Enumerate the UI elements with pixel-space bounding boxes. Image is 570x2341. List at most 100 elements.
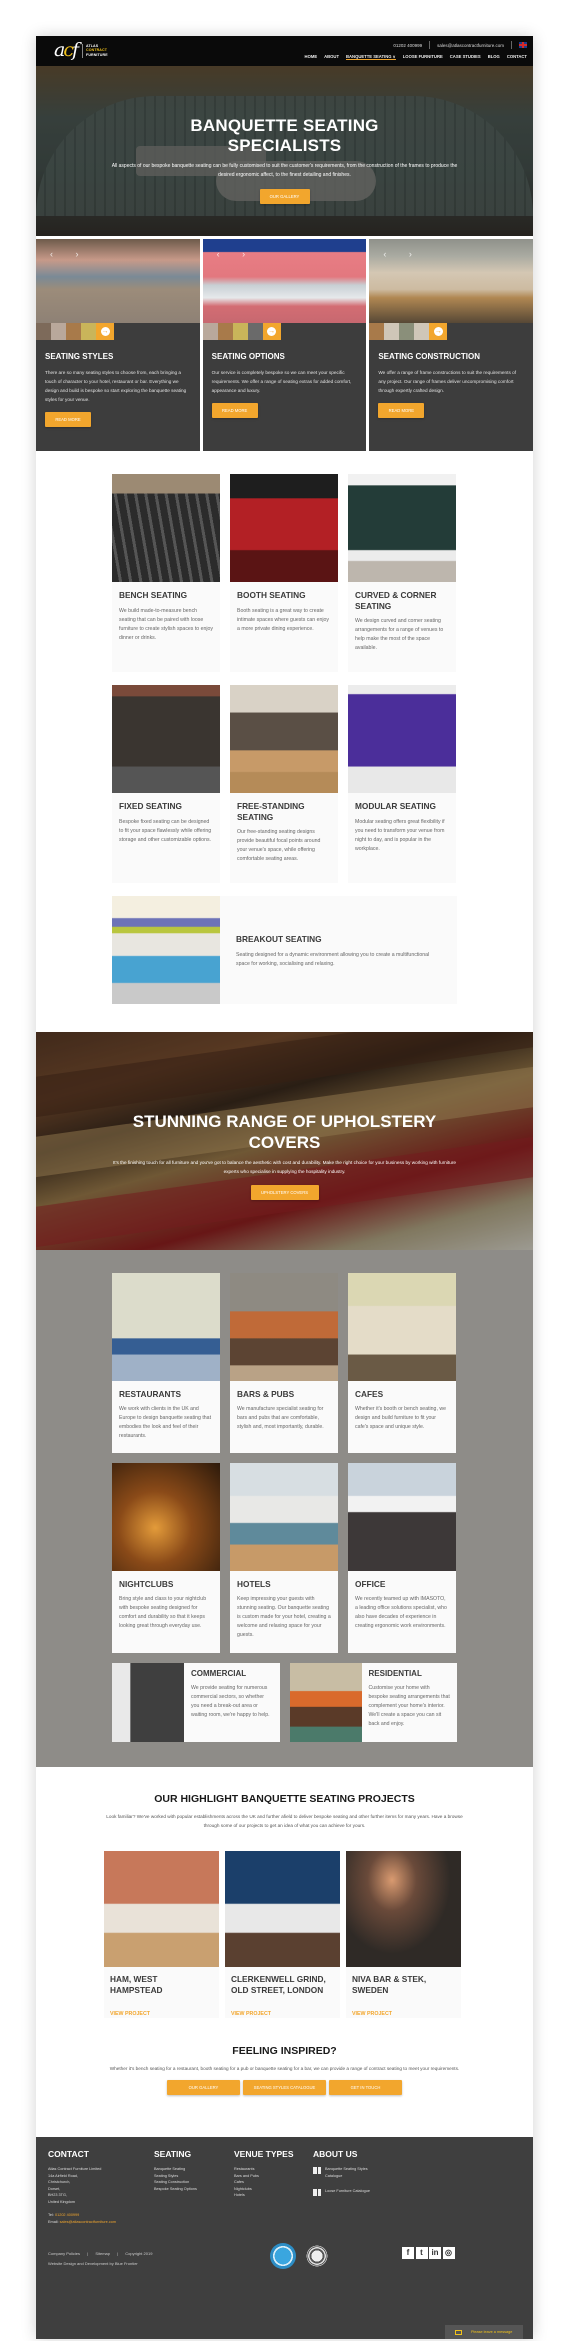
read-more-button[interactable]: READ MORE (45, 412, 91, 427)
footer-venue-types: VENUE TYPES Restaurants Bars and Pubs Ca… (234, 2149, 294, 2199)
venue-card-nightclubs[interactable]: NIGHTCLUBS Bring style and class to your… (112, 1463, 220, 1653)
view-project-link[interactable]: VIEW PROJECT (231, 2011, 271, 2017)
view-project-link[interactable]: VIEW PROJECT (352, 2011, 392, 2017)
card-image (348, 685, 456, 793)
thumbnail[interactable] (414, 323, 430, 340)
footer-phone[interactable]: 01202 400999 (55, 2213, 79, 2217)
footer-link[interactable]: Bars and Pubs (234, 2173, 294, 2180)
footer-link[interactable]: Banquette Seating (154, 2166, 197, 2173)
seating-styles-catalogue-button[interactable]: SEATING STYLES CATALOGUE (243, 2080, 326, 2095)
header-phone[interactable]: 01202 400999 (393, 43, 422, 48)
seating-card-fixed[interactable]: FIXED SEATING Bespoke fixed seating can … (112, 685, 220, 883)
thumbnail[interactable] (217, 323, 233, 340)
view-project-link[interactable]: VIEW PROJECT (110, 2011, 150, 2017)
venue-card-office[interactable]: OFFICE We recently teamed up with IMASOT… (348, 1463, 456, 1653)
page: acf ATLAS CONTRACT FURNITURE 01202 40099… (36, 36, 534, 2339)
venue-card-commercial[interactable]: COMMERCIAL We provide seating for numero… (112, 1663, 280, 1742)
logo[interactable]: acf ATLAS CONTRACT FURNITURE (54, 41, 108, 60)
venue-card-hotels[interactable]: HOTELS Keep impressing your guests with … (230, 1463, 338, 1653)
slider-thumbnails: → (369, 323, 533, 340)
thumbnail[interactable] (369, 323, 385, 340)
footer-link[interactable]: Nightclubs (234, 2186, 294, 2193)
divider (511, 41, 512, 49)
company-policies-link[interactable]: Company Policies (48, 2251, 80, 2256)
thumbnail[interactable] (247, 323, 263, 340)
slider-arrows[interactable]: ‹ › (383, 249, 422, 259)
credit-link[interactable]: Website Design and Development by Blue F… (48, 2259, 152, 2269)
footer-link[interactable]: Seating Construction (154, 2179, 197, 2186)
card-text: We design curved and corner seating arra… (355, 618, 444, 651)
card-title: CAFES (355, 1389, 384, 1399)
next-arrow-button[interactable]: → (429, 323, 448, 340)
read-more-button[interactable]: READ MORE (378, 403, 425, 418)
seating-card-booth[interactable]: BOOTH SEATING Booth seating is a great w… (230, 474, 338, 672)
card-image (230, 1273, 338, 1381)
project-card-niva[interactable]: NIVA BAR & STEK, SWEDEN VIEW PROJECT (346, 1851, 461, 2018)
thumbnail[interactable] (399, 323, 415, 340)
nav-case-studies[interactable]: CASE STUDIES (450, 54, 481, 60)
card-title: BENCH SEATING (119, 590, 188, 600)
our-gallery-button[interactable]: OUR GALLERY (259, 189, 310, 204)
thumbnail[interactable] (36, 323, 51, 340)
next-arrow-button[interactable]: → (96, 323, 114, 340)
nav-blog[interactable]: BLOG (488, 54, 500, 60)
slider-arrows[interactable]: ‹ › (50, 249, 89, 259)
card-image (230, 1463, 338, 1571)
footer-link[interactable]: Restaurants (234, 2166, 294, 2173)
twitter-icon[interactable]: t (415, 2247, 428, 2259)
thumbnail[interactable] (202, 323, 218, 340)
thumbnail[interactable] (384, 323, 400, 340)
inspired-buttons: OUR GALLERY SEATING STYLES CATALOGUE GET… (86, 2080, 483, 2095)
our-gallery-button[interactable]: OUR GALLERY (167, 2080, 240, 2095)
catalogue-link[interactable]: Banquette Seating Styles Catalogue (313, 2166, 380, 2179)
thumbnail[interactable] (66, 323, 81, 340)
project-card-ham[interactable]: HAM, WEST HAMPSTEAD VIEW PROJECT (104, 1851, 219, 2018)
slider-arrows[interactable]: ‹ › (217, 249, 256, 259)
nav-about[interactable]: ABOUT (324, 54, 339, 60)
instagram-icon[interactable]: ◎ (442, 2247, 455, 2259)
venue-card-bars-pubs[interactable]: BARS & PUBS We manufacture specialist se… (230, 1273, 338, 1453)
card-title: SEATING CONSTRUCTION (378, 352, 480, 361)
thumbnail[interactable] (232, 323, 248, 340)
seating-card-breakout[interactable]: BREAKOUT SEATING Seating designed for a … (112, 896, 457, 1004)
projects-grid: HAM, WEST HAMPSTEAD VIEW PROJECT CLERKENW… (104, 1851, 465, 2018)
upholstery-covers-button[interactable]: UPHOLSTERY COVERS (250, 1185, 319, 1200)
read-more-button[interactable]: READ MORE (211, 403, 258, 418)
card-title: OFFICE (355, 1579, 386, 1589)
seating-card-curved-corner[interactable]: CURVED & CORNER SEATING We design curved… (348, 474, 456, 672)
footer-link[interactable]: Seating Styles (154, 2173, 197, 2180)
thumbnail[interactable] (81, 323, 96, 340)
seating-card-modular[interactable]: MODULAR SEATING Modular seating offers g… (348, 685, 456, 883)
nav-banquette-seating[interactable]: BANQUETTE SEATING ∨ (346, 54, 396, 60)
thumbnail[interactable] (51, 323, 66, 340)
footer-link[interactable]: Cafes (234, 2179, 294, 2186)
header-email[interactable]: sales@atlascontractfurniture.com (437, 43, 504, 48)
leave-message-widget[interactable]: Please leave a message (445, 2325, 523, 2339)
seating-card-bench[interactable]: BENCH SEATING We build made-to-measure b… (112, 474, 220, 672)
footer-link[interactable]: Hotels (234, 2192, 294, 2199)
seating-card-free-standing[interactable]: FREE-STANDING SEATING Our free-standing … (230, 685, 338, 883)
footer-heading: SEATING (154, 2149, 192, 2159)
footer-email[interactable]: sales@atlascontractfurniture.com (60, 2220, 116, 2224)
nav-contact[interactable]: CONTACT (507, 54, 527, 60)
footer-heading: ABOUT US (313, 2149, 358, 2159)
venue-card-restaurants[interactable]: RESTAURANTS We work with clients in the … (112, 1273, 220, 1453)
project-card-clerkenwell[interactable]: CLERKENWELL GRIND, OLD STREET, LONDON VIE… (225, 1851, 340, 2018)
nav-home[interactable]: HOME (305, 54, 318, 60)
venue-card-residential[interactable]: RESIDENTIAL Customise your home with bes… (289, 1663, 457, 1742)
get-in-touch-button[interactable]: GET IN TOUCH (329, 2080, 402, 2095)
card-image (112, 474, 220, 582)
linkedin-icon[interactable]: in (429, 2247, 441, 2259)
project-title: CLERKENWELL GRIND, OLD STREET, LONDON (231, 1974, 326, 1995)
footer-seating: SEATING Banquette Seating Seating Styles… (154, 2149, 197, 2192)
nav-loose-furniture[interactable]: LOOSE FURNITURE (403, 54, 443, 60)
card-text: We work with clients in the UK and Europ… (119, 1406, 212, 1439)
sitemap-link[interactable]: Sitemap (95, 2251, 110, 2256)
footer-link[interactable]: Bespoke Seating Options (154, 2186, 197, 2193)
catalogue-link[interactable]: Loose Furniture Catalogue (313, 2188, 380, 2197)
next-arrow-button[interactable]: → (262, 323, 281, 340)
card-image (112, 685, 220, 793)
uk-flag-icon[interactable] (519, 42, 527, 48)
facebook-icon[interactable]: f (402, 2247, 414, 2259)
venue-card-cafes[interactable]: CAFES Whether it's booth or bench seatin… (348, 1273, 456, 1453)
